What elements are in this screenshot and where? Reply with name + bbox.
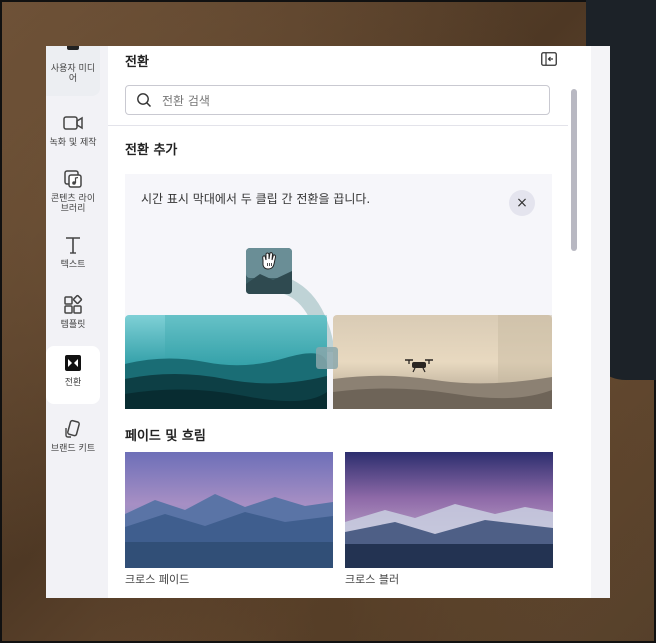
- templates-icon: [64, 294, 83, 314]
- search-input[interactable]: [160, 89, 534, 113]
- cross-blur-preview: [345, 452, 553, 568]
- transitions-panel: 사용자 미디어 녹화 및 제작 콘텐츠 라이브러리 텍스트 템플릿 전환 브랜드…: [46, 46, 610, 598]
- sidebar-item-templates[interactable]: 템플릿: [46, 288, 100, 346]
- sidebar-item-label: 템플릿: [60, 320, 86, 330]
- scrollbar-thumb[interactable]: [571, 89, 577, 251]
- main-content: 전환 전환 추가 시간 표시 막대에서 두 클립 간 전환을 끕니다. ×: [108, 46, 610, 598]
- add-transition-hint-card: 시간 표시 막대에서 두 클립 간 전환을 끕니다. ×: [125, 174, 552, 409]
- sidebar-item-label: 사용자 미디어: [50, 64, 96, 84]
- content-library-icon: [64, 170, 82, 188]
- video-camera-icon: [63, 116, 83, 130]
- sidebar-item-transitions[interactable]: 전환: [46, 346, 100, 404]
- media-icon: [67, 46, 79, 50]
- sidebar-item-brand-kit[interactable]: 브랜드 키트: [46, 412, 100, 470]
- transitions-icon: [65, 355, 81, 371]
- cross-fade-preview: [125, 452, 333, 568]
- sidebar: 사용자 미디어 녹화 및 제작 콘텐츠 라이브러리 텍스트 템플릿 전환 브랜드…: [46, 46, 108, 598]
- brand-kit-icon: [65, 419, 80, 438]
- panel-edge: [591, 46, 610, 598]
- search-box: [125, 85, 550, 115]
- transition-thumb-cross-fade[interactable]: [125, 452, 333, 568]
- sidebar-item-record[interactable]: 녹화 및 제작: [46, 106, 100, 164]
- sidebar-item-media[interactable]: 사용자 미디어: [46, 46, 100, 96]
- section-title-add-transition: 전환 추가: [125, 143, 178, 158]
- clip-b: [333, 315, 552, 409]
- transition-label: 크로스 페이드: [125, 573, 190, 586]
- sidebar-item-label: 콘텐츠 라이브러리: [50, 194, 96, 214]
- sidebar-item-label: 브랜드 키트: [50, 444, 96, 454]
- sidebar-item-label: 텍스트: [60, 260, 86, 270]
- transition-thumb-cross-blur[interactable]: [345, 452, 553, 568]
- transition-illustration: [125, 248, 552, 409]
- search-icon: [137, 93, 152, 108]
- divider: [108, 125, 568, 126]
- text-icon: [66, 237, 80, 254]
- collapse-panel-icon[interactable]: [541, 52, 557, 66]
- sidebar-item-label: 녹화 및 제작: [49, 138, 97, 148]
- panel-title: 전환: [125, 55, 149, 70]
- clip-a: [125, 315, 327, 409]
- transition-label: 크로스 블러: [345, 573, 400, 586]
- sidebar-item-content-library[interactable]: 콘텐츠 라이브러리: [46, 162, 100, 220]
- sidebar-item-label: 전환: [64, 378, 82, 388]
- section-title-fade-blur: 페이드 및 흐림: [125, 429, 206, 444]
- sidebar-item-text[interactable]: 텍스트: [46, 228, 100, 286]
